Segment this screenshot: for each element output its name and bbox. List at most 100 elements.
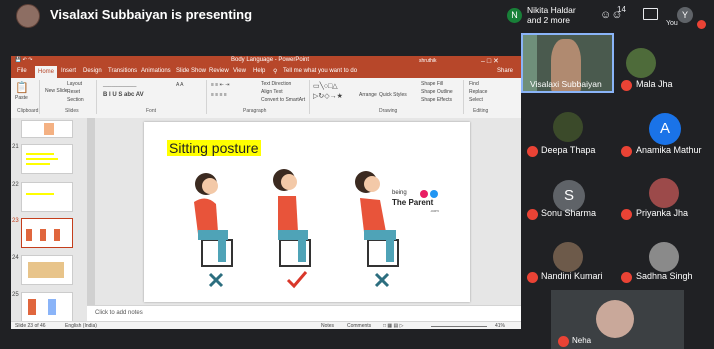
quick-styles-button[interactable]: Quick Styles [379,92,407,98]
menu-slideshow[interactable]: Slide Show [176,68,206,74]
menu-help[interactable]: Help [253,68,265,74]
ppt-menubar: File Home Insert Design Transitions Anim… [11,66,521,78]
thumb-line [26,193,54,195]
you-avatar[interactable]: Y [677,7,693,23]
notification-text[interactable]: Nikita Haldar and 2 more [527,5,576,25]
text-direction-button[interactable]: Text Direction [261,81,291,87]
thumb-figure [44,123,54,135]
list-buttons[interactable]: ≡ ≡ ⇤ ⇥ [211,82,229,88]
group-editing: Editing [473,108,489,114]
slide-thumbnail[interactable] [21,255,73,285]
participant-avatar [649,178,679,208]
slide-thumbnail[interactable] [21,144,73,174]
menu-review[interactable]: Review [209,68,229,74]
window-controls[interactable]: – □ ✕ [481,57,499,65]
thumbnail-scrollbar[interactable] [87,118,95,305]
ribbon-home: 📋 Paste New Slide Layout Reset Section _… [11,78,521,119]
window-title: Body Language - PowerPoint [231,57,310,63]
ribbon-divider [309,80,310,114]
ppt-statusbar: Slide 23 of 46 English (India) Notes Com… [11,321,521,329]
notes-pane[interactable]: Click to add notes [87,305,521,322]
paste-button[interactable]: Paste [15,95,28,101]
slide-thumbnail[interactable] [21,292,73,322]
notification-avatar[interactable]: N [507,8,522,23]
participant-name: Anamika Mathur [636,145,702,155]
participant-avatar [626,48,656,78]
status-comments[interactable]: Comments [347,323,371,329]
layout-button[interactable]: Layout [67,81,82,87]
current-slide[interactable]: Sitting posture being The Parent .com [144,122,470,302]
slide-thumbnail-selected[interactable] [21,218,73,248]
thumb-number: 24 [12,255,19,261]
mic-off-icon [527,272,538,283]
thumb-figure [28,299,36,315]
section-button[interactable]: Section [67,97,84,103]
slide-thumbnails-panel: 21 22 23 24 25 [11,118,87,322]
group-drawing: Drawing [379,108,398,114]
slide-thumbnail[interactable] [21,182,73,212]
shape-outline-button[interactable]: Shape Outline [421,89,453,95]
shapes-gallery-row2[interactable]: ▷↻◇→★ [313,92,343,100]
font-format-buttons[interactable]: B I U S abc AV [103,92,144,98]
share-button[interactable]: Share [497,68,513,74]
thumb-line [26,163,50,165]
chat-icon[interactable] [643,8,658,20]
figure-slouched [194,173,233,267]
save-icon[interactable]: 💾 ↶ ↷ [15,57,32,63]
thumb-line [26,153,54,155]
menu-design[interactable]: Design [83,68,102,74]
font-name-box[interactable]: ____________ [103,82,136,88]
notes-placeholder: Click to add notes [95,310,143,316]
zoom-level[interactable]: 41% [495,323,505,329]
menu-view[interactable]: View [233,68,246,74]
select-button[interactable]: Select [469,97,483,103]
participant-avatar [553,242,583,272]
menu-home[interactable]: Home [35,66,58,78]
menu-insert[interactable]: Insert [61,68,76,74]
alert-icon [697,20,706,29]
presenter-banner: Visalaxi Subbaiyan is presenting [50,7,253,22]
align-buttons[interactable]: ≡ ≡ ≡ ≡ [211,92,227,98]
mic-off-icon [621,209,632,220]
user-name: shruthik [419,58,437,64]
find-button[interactable]: Find [469,81,479,87]
new-slide-button[interactable]: New Slide [45,88,68,94]
arrange-button[interactable]: Arrange [359,92,377,98]
zoom-slider[interactable] [431,326,487,327]
you-label: You [666,20,678,27]
menu-transitions[interactable]: Transitions [108,68,137,74]
powerpoint-window: 💾 ↶ ↷ Body Language - PowerPoint shruthi… [11,56,521,329]
replace-button[interactable]: Replace [469,89,487,95]
status-language[interactable]: English (India) [65,323,97,329]
participant-name: Nandini Kumari [541,271,603,281]
logo-dot-pink [420,190,428,198]
view-buttons[interactable]: □ ▦ ▤ ▷ [383,323,403,329]
posture-illustration [194,169,438,289]
participant-name: Visalaxi Subbaiyan [530,79,602,89]
shape-effects-button[interactable]: Shape Effects [421,97,452,103]
mic-off-icon [527,209,538,220]
thumb-line [26,158,58,160]
ribbon-divider [206,80,207,114]
slide-thumbnail[interactable] [21,120,73,138]
logo-the-parent: The Parent [392,198,434,207]
menu-animations[interactable]: Animations [141,68,171,74]
reset-button[interactable]: Reset [67,89,80,95]
thumb-number: 22 [12,182,19,188]
tell-me-search[interactable]: Tell me what you want to do [283,68,357,74]
smartart-button[interactable]: Convert to SmartArt [261,97,305,103]
participant-name: Sadhna Singh [636,271,693,281]
menu-file[interactable]: File [17,68,27,74]
logo-being: being [392,190,407,196]
thumb-figure [40,229,46,241]
shape-fill-button[interactable]: Shape Fill [421,81,443,87]
shapes-gallery[interactable]: ▭╲○□△ [313,82,338,90]
font-size-buttons[interactable]: A A [176,82,184,88]
paste-icon[interactable]: 📋 [15,81,29,94]
align-text-button[interactable]: Align Text [261,89,283,95]
presenter-avatar [16,4,40,28]
status-notes[interactable]: Notes [321,323,334,329]
participant-avatar [553,112,583,142]
thumb-figure [48,299,56,315]
notification-name: Nikita Haldar [527,5,576,15]
